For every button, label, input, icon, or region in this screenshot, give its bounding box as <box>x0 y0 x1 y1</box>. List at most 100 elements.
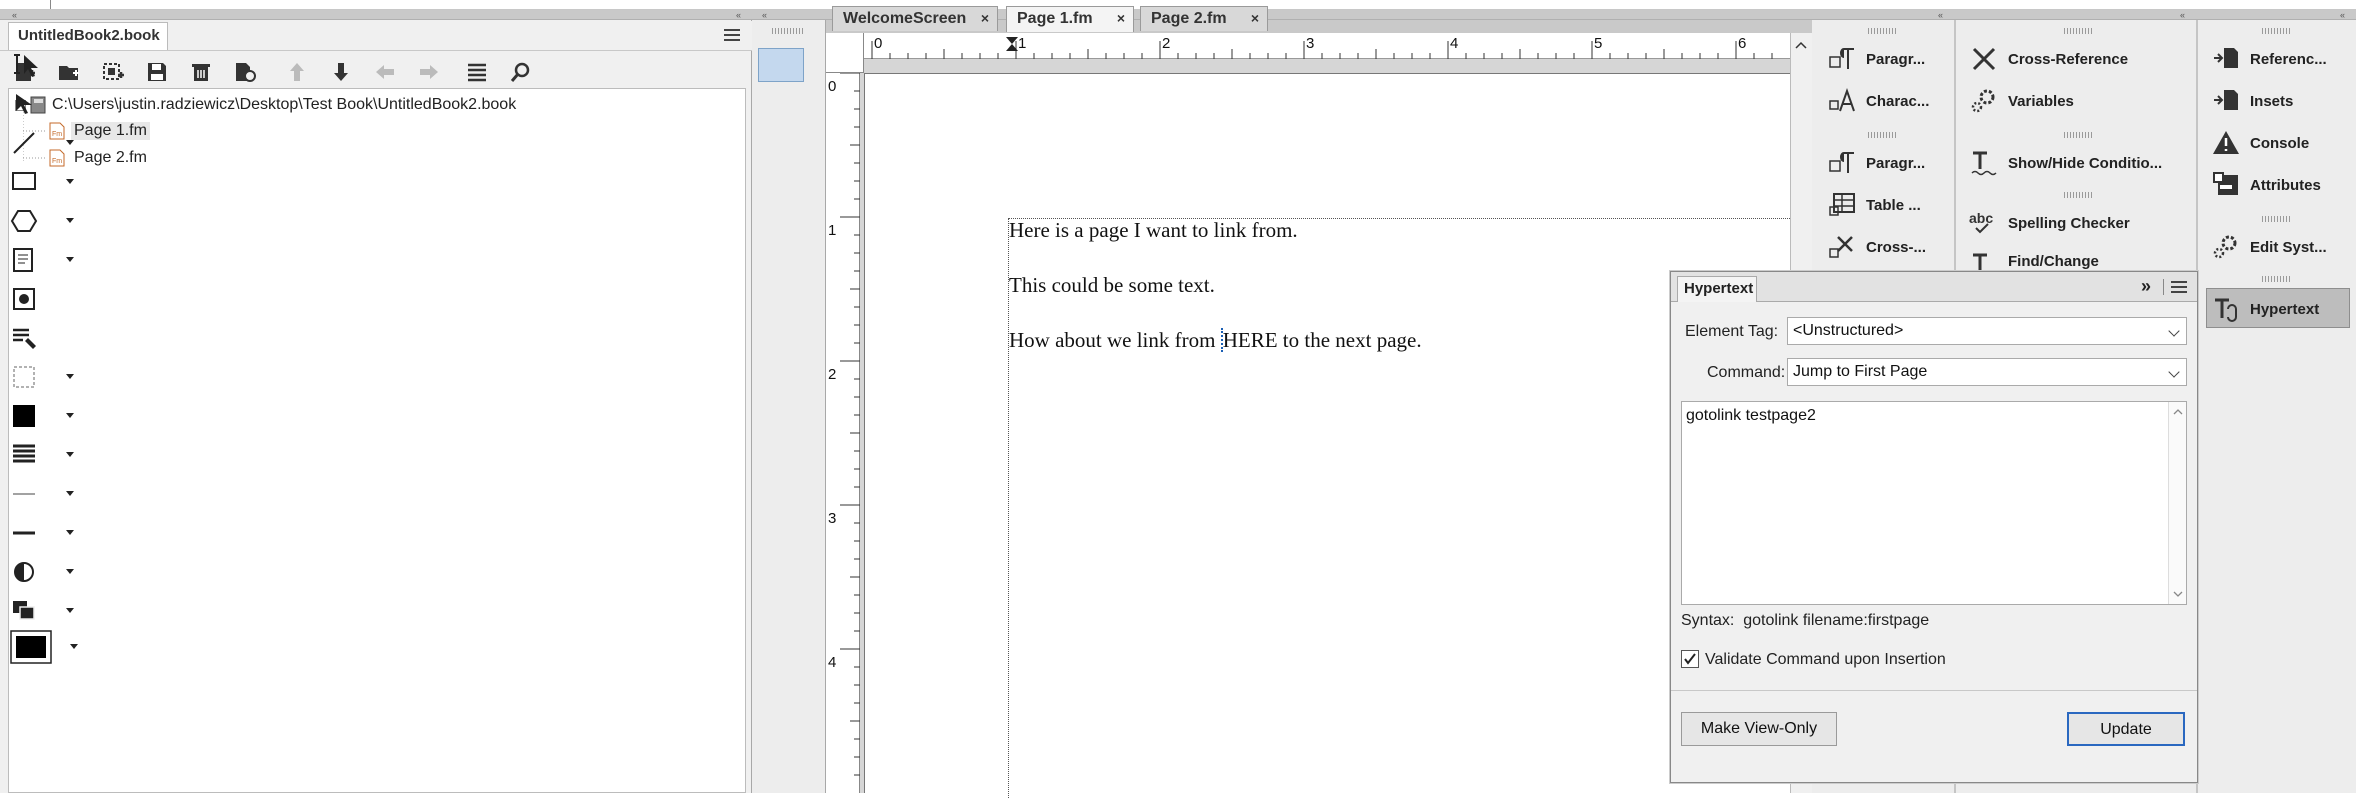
tab-label: Page 2.fm <box>1151 10 1227 27</box>
pod-label: Referenc... <box>2250 50 2327 68</box>
pod-cross-reference[interactable]: Cross-Reference <box>1968 40 2128 78</box>
search-icon[interactable] <box>508 60 534 84</box>
collapse-icon[interactable]: « <box>2340 10 2345 20</box>
book-tab[interactable]: UntitledBook2.book <box>8 22 168 50</box>
list-icon[interactable] <box>464 60 490 84</box>
grip[interactable] <box>1868 132 1898 138</box>
fill-pattern-icon[interactable] <box>10 438 74 472</box>
text-frame-tool-icon[interactable] <box>10 243 74 277</box>
line-style-icon[interactable] <box>10 516 74 550</box>
line-weight-icon[interactable] <box>10 477 74 511</box>
move-down-icon[interactable] <box>328 60 354 84</box>
graphic-frame-tool-icon[interactable] <box>10 282 60 316</box>
tab-hypertext[interactable]: Hypertext <box>1677 276 1757 302</box>
format-painter-tool-icon[interactable] <box>10 321 60 355</box>
panel-menu-icon[interactable] <box>723 28 741 44</box>
pod-spelling-checker[interactable]: abc Spelling Checker <box>1968 204 2130 242</box>
scroll-up-icon[interactable] <box>1795 41 1807 49</box>
close-icon[interactable]: × <box>981 7 989 30</box>
line-tool-icon[interactable] <box>10 126 74 160</box>
tint-icon[interactable] <box>10 555 74 589</box>
pod-variables[interactable]: Variables <box>1968 82 2074 120</box>
color-swatch-icon[interactable] <box>10 630 78 664</box>
text-cursor-tool-icon[interactable] <box>10 48 60 82</box>
close-icon[interactable]: × <box>1251 7 1259 30</box>
pod-reference-pages[interactable]: Referenc... <box>2210 40 2327 78</box>
select-arrow-tool-icon[interactable] <box>10 87 60 121</box>
tree-root[interactable]: C:\Users\justin.radziewicz\Desktop\Test … <box>15 93 516 117</box>
rectangle-tool-icon[interactable] <box>10 165 74 199</box>
pod-table-designer[interactable]: Table ... <box>1826 186 1921 224</box>
pod-hypertext[interactable]: Hypertext <box>2210 290 2319 328</box>
tab-welcomescreen[interactable]: WelcomeScreen × <box>832 6 998 31</box>
textarea-scrollbar[interactable] <box>2168 402 2186 604</box>
update-book-icon[interactable] <box>232 60 258 84</box>
grip[interactable] <box>1868 28 1898 34</box>
grip[interactable] <box>2064 28 2094 34</box>
command-select[interactable]: Jump to First Page <box>1787 358 2187 386</box>
pod-insets[interactable]: Insets <box>2210 82 2293 120</box>
hypertext-panel: Hypertext » Element Tag: <Unstructured> … <box>1670 271 2198 783</box>
panel-menu-icon[interactable] <box>2171 280 2187 294</box>
svg-text:abc: abc <box>1969 210 1993 226</box>
pod-attributes[interactable]: Attributes <box>2210 166 2321 204</box>
indent-marker-icon[interactable] <box>1004 36 1020 52</box>
pod-label: Edit Syst... <box>2250 238 2327 256</box>
close-icon[interactable]: × <box>1117 7 1125 30</box>
tab-page2[interactable]: Page 2.fm × <box>1140 6 1268 31</box>
body-text-line[interactable]: How about we link from HERE to the next … <box>1009 328 1422 353</box>
pod-paragraph-catalog[interactable]: Paragr... <box>1826 40 1925 78</box>
grip[interactable] <box>772 28 804 34</box>
pod-label: Charac... <box>1866 92 1930 110</box>
collapse-icon[interactable]: « <box>2180 10 2185 20</box>
move-up-icon[interactable] <box>284 60 310 84</box>
make-view-only-button[interactable]: Make View-Only <box>1681 712 1837 746</box>
pod-label: Paragr... <box>1866 50 1926 68</box>
pod-cross-ref-catalog[interactable]: Cross-... <box>1826 228 1926 266</box>
overprint-icon[interactable] <box>10 594 74 628</box>
scroll-up-icon[interactable] <box>2173 408 2183 415</box>
validate-label[interactable]: Validate Command upon Insertion <box>1705 651 1946 669</box>
collapse-icon[interactable]: « <box>12 10 17 20</box>
element-tag-select[interactable]: <Unstructured> <box>1787 317 2187 345</box>
pod-edit-system-variables[interactable]: Edit Syst... <box>2210 228 2327 266</box>
collapse-icon[interactable]: « <box>762 10 767 20</box>
pod-find-change[interactable]: Find/Change <box>1968 250 2099 272</box>
add-group-icon[interactable] <box>100 60 126 84</box>
tab-page1[interactable]: Page 1.fm × <box>1006 6 1134 32</box>
body-text-line[interactable]: Here is a page I want to link from. <box>1009 218 1298 243</box>
validate-checkbox[interactable] <box>1681 650 1699 668</box>
tree-item-page1[interactable]: Fm Page 1.fm <box>49 119 150 143</box>
expand-icon[interactable]: » <box>2141 276 2151 297</box>
book-toolbar <box>8 52 748 90</box>
fill-color-icon[interactable] <box>10 399 74 433</box>
back-icon[interactable] <box>372 60 398 84</box>
save-icon[interactable] <box>144 60 170 84</box>
body-text-line[interactable]: This could be some text. <box>1009 273 1215 298</box>
ruler-label: 4 <box>1450 35 1459 52</box>
command-textarea[interactable]: gotolink testpage2 <box>1681 401 2187 605</box>
command-value: Jump to First Page <box>1793 363 1928 380</box>
marquee-tool-icon[interactable] <box>10 360 74 394</box>
pods-collapse-bar[interactable]: « « « <box>1812 10 2356 20</box>
polygon-tool-icon[interactable] <box>10 204 74 238</box>
scroll-down-icon[interactable] <box>2173 591 2183 598</box>
pod-console[interactable]: Console <box>2210 124 2309 162</box>
pod-show-hide-conditional[interactable]: Show/Hide Conditio... <box>1968 144 2162 182</box>
update-button[interactable]: Update <box>2067 712 2185 746</box>
collapse-icon[interactable]: « <box>736 10 741 20</box>
grip[interactable] <box>2064 132 2094 138</box>
forward-icon[interactable] <box>416 60 442 84</box>
pod-paragraph-designer[interactable]: Paragr... <box>1826 144 1925 182</box>
grip[interactable] <box>2262 216 2292 222</box>
book-collapse-bar[interactable]: «« <box>0 10 752 20</box>
hypertext-anchor[interactable]: HERE <box>1220 328 1278 352</box>
collapse-icon[interactable]: « <box>1938 10 1943 20</box>
grip[interactable] <box>2262 276 2292 282</box>
pod-character-catalog[interactable]: Charac... <box>1826 82 1929 120</box>
tree-item-page2[interactable]: Fm Page 2.fm <box>49 146 150 170</box>
grip[interactable] <box>2262 28 2292 34</box>
tools-collapse-bar[interactable]: « <box>752 10 826 20</box>
delete-icon[interactable] <box>188 60 214 84</box>
grip[interactable] <box>2064 192 2094 198</box>
